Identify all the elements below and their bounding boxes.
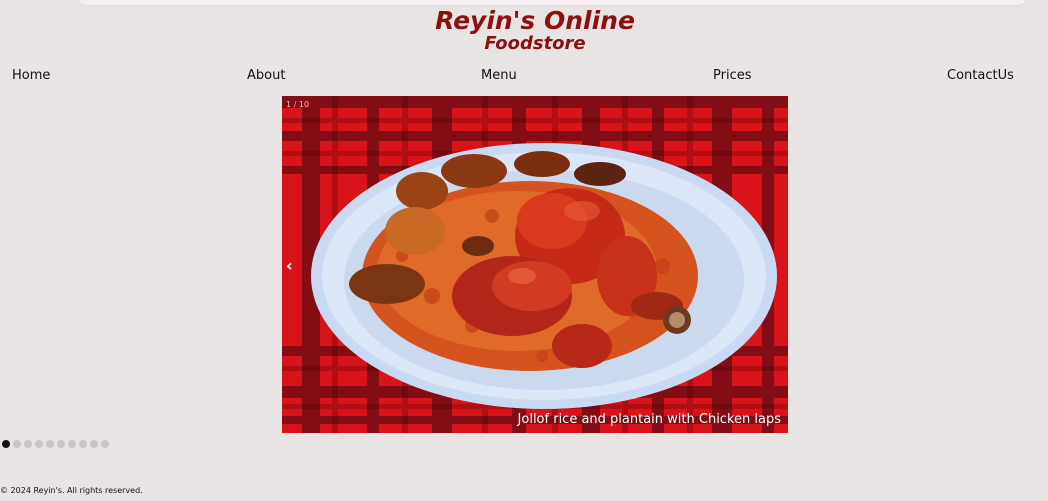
nav-menu[interactable]: Menu <box>481 68 517 83</box>
slide-dot[interactable] <box>35 440 43 448</box>
prev-slide-button[interactable]: ‹ <box>286 256 293 275</box>
slide-dot[interactable] <box>90 440 98 448</box>
footer-copyright: © 2024 Reyin's. All rights reserved. <box>0 486 143 495</box>
slideshow: 1 / 10 ‹ Jollof rice and plantain with C… <box>282 96 788 433</box>
slide-dot[interactable] <box>24 440 32 448</box>
slide-dots <box>2 433 112 448</box>
slide-caption: Jollof rice and plantain with Chicken la… <box>517 412 781 427</box>
nav-about[interactable]: About <box>247 68 285 83</box>
slide-dot[interactable] <box>79 440 87 448</box>
slide-dot[interactable] <box>68 440 76 448</box>
nav-prices[interactable]: Prices <box>713 68 752 83</box>
slide-dot[interactable] <box>46 440 54 448</box>
site-title-line2: Foodstore <box>484 33 586 54</box>
slide-number: 1 / 10 <box>286 100 310 109</box>
site-header: Reyin's Online Foodstore <box>0 6 1048 53</box>
slide-dot[interactable] <box>101 440 109 448</box>
nav-home[interactable]: Home <box>12 68 50 83</box>
slide-dot[interactable] <box>57 440 65 448</box>
slide-dot[interactable] <box>13 440 21 448</box>
site-title-line1: Reyin's Online <box>435 6 635 35</box>
main-nav: Home About Menu Prices ContactUs <box>0 68 1048 84</box>
jollof-rice-photo <box>282 96 788 433</box>
slide-dot[interactable] <box>2 440 10 448</box>
nav-contactus[interactable]: ContactUs <box>947 68 1014 83</box>
